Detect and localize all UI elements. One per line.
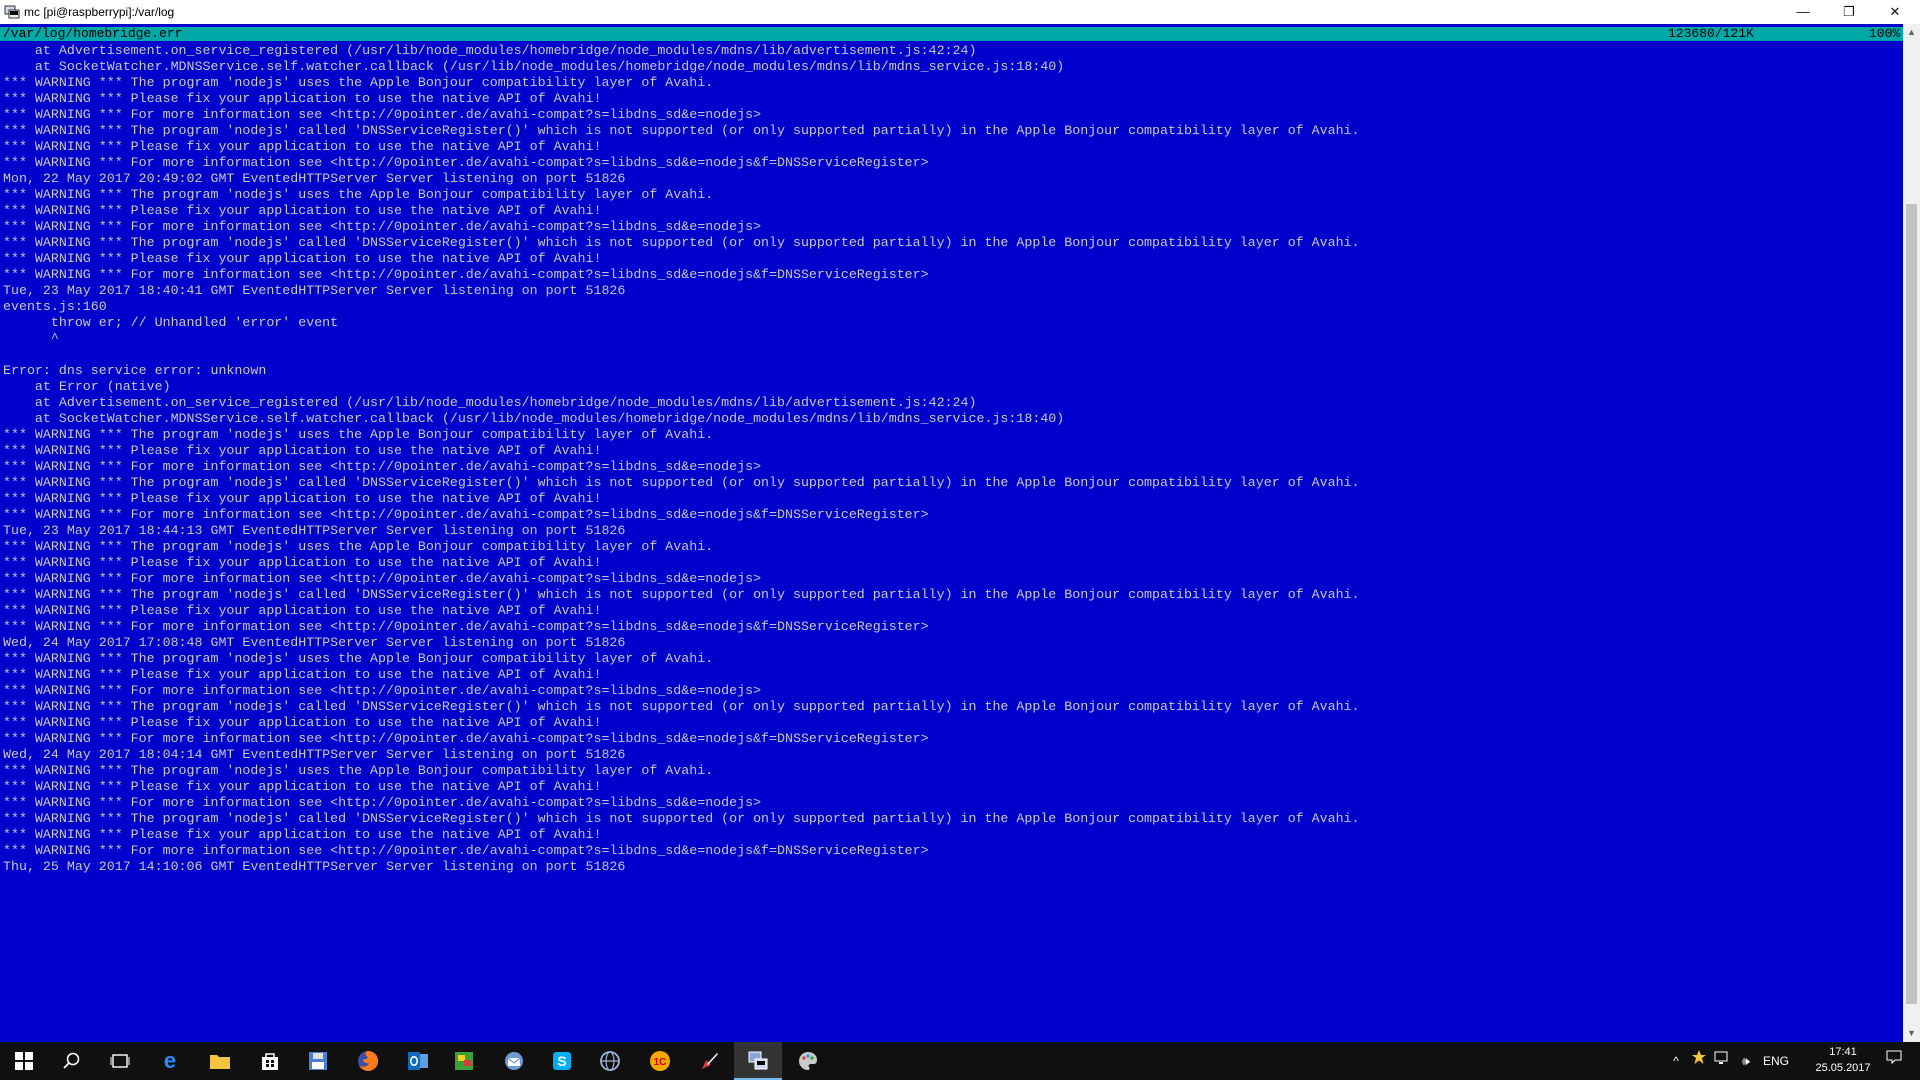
log-line: *** WARNING *** The program 'nodejs' cal… bbox=[3, 475, 1360, 490]
log-line: Tue, 23 May 2017 18:44:13 GMT EventedHTT… bbox=[3, 523, 626, 538]
store-icon[interactable] bbox=[246, 1042, 294, 1080]
log-line: ^ bbox=[3, 331, 59, 346]
log-line: *** WARNING *** Please fix your applicat… bbox=[3, 491, 602, 506]
log-line: *** WARNING *** For more information see… bbox=[3, 155, 929, 170]
task-view-icon[interactable] bbox=[96, 1042, 144, 1080]
log-line: Tue, 23 May 2017 18:40:41 GMT EventedHTT… bbox=[3, 283, 626, 298]
maximize-button[interactable]: ❐ bbox=[1826, 0, 1872, 24]
log-line: *** WARNING *** Please fix your applicat… bbox=[3, 443, 602, 458]
log-line: *** WARNING *** Please fix your applicat… bbox=[3, 779, 602, 794]
1c-app-icon[interactable]: 1C bbox=[636, 1042, 684, 1080]
network-globe-icon[interactable] bbox=[586, 1042, 634, 1080]
log-line: at Advertisement.on_service_registered (… bbox=[3, 43, 977, 58]
window-titlebar: mc [pi@raspberrypi]:/var/log — ❐ ✕ bbox=[0, 0, 1920, 24]
log-line: Wed, 24 May 2017 18:04:14 GMT EventedHTT… bbox=[3, 747, 626, 762]
log-line: *** WARNING *** Please fix your applicat… bbox=[3, 827, 602, 842]
floppy-save-icon[interactable] bbox=[294, 1042, 342, 1080]
log-line: at SocketWatcher.MDNSService.self.watche… bbox=[3, 59, 1065, 74]
file-size-info: 123680/121K bbox=[1668, 26, 1754, 41]
terminal-area[interactable]: /var/log/homebridge.err 123680/121K 100%… bbox=[0, 24, 1903, 1042]
thunderbird-icon[interactable] bbox=[490, 1042, 538, 1080]
log-line: Mon, 22 May 2017 20:49:02 GMT EventedHTT… bbox=[3, 171, 626, 186]
log-line: events.js:160 bbox=[3, 299, 107, 314]
log-line: *** WARNING *** For more information see… bbox=[3, 683, 762, 698]
log-line: *** WARNING *** For more information see… bbox=[3, 795, 762, 810]
edge-browser-icon[interactable]: e bbox=[146, 1042, 194, 1080]
log-line: *** WARNING *** For more information see… bbox=[3, 107, 762, 122]
file-path: /var/log/homebridge.err bbox=[3, 26, 183, 41]
putty-window-icon[interactable] bbox=[4, 4, 20, 20]
log-line: *** WARNING *** For more information see… bbox=[3, 619, 929, 634]
tray-network-icon[interactable] bbox=[1710, 1042, 1734, 1080]
tray-overflow-chevron-icon[interactable]: ^ bbox=[1664, 1042, 1688, 1080]
log-line: *** WARNING *** Please fix your applicat… bbox=[3, 667, 602, 682]
log-content: at Advertisement.on_service_registered (… bbox=[3, 43, 1901, 875]
log-line: *** WARNING *** The program 'nodejs' cal… bbox=[3, 123, 1360, 138]
log-line: *** WARNING *** Please fix your applicat… bbox=[3, 603, 602, 618]
putty-icon[interactable] bbox=[734, 1042, 782, 1080]
log-line: *** WARNING *** For more information see… bbox=[3, 507, 929, 522]
scroll-up-arrow-icon[interactable]: ▲ bbox=[1903, 24, 1920, 41]
log-line: *** WARNING *** For more information see… bbox=[3, 267, 929, 282]
skype-icon[interactable]: S bbox=[538, 1042, 586, 1080]
log-line: *** WARNING *** The program 'nodejs' use… bbox=[3, 763, 714, 778]
file-explorer-icon[interactable] bbox=[196, 1042, 244, 1080]
log-line: Thu, 25 May 2017 14:10:06 GMT EventedHTT… bbox=[3, 859, 626, 874]
log-line: *** WARNING *** Please fix your applicat… bbox=[3, 203, 602, 218]
clock-date: 25.05.2017 bbox=[1815, 1062, 1871, 1074]
log-line: *** WARNING *** The program 'nodejs' cal… bbox=[3, 235, 1360, 250]
viewer-status-bar: /var/log/homebridge.err 123680/121K 100% bbox=[0, 27, 1903, 41]
log-line: Wed, 24 May 2017 17:08:48 GMT EventedHTT… bbox=[3, 635, 626, 650]
tray-star-icon[interactable] bbox=[1688, 1042, 1710, 1080]
scroll-percent: 100% bbox=[1869, 26, 1901, 41]
log-line: *** WARNING *** For more information see… bbox=[3, 843, 929, 858]
log-line: at SocketWatcher.MDNSService.self.watche… bbox=[3, 411, 1065, 426]
svg-text:1C: 1C bbox=[654, 1057, 667, 1068]
log-line: *** WARNING *** Please fix your applicat… bbox=[3, 555, 602, 570]
notification-center-icon[interactable] bbox=[1876, 1042, 1912, 1080]
log-line: *** WARNING *** The program 'nodejs' cal… bbox=[3, 587, 1360, 602]
firefox-icon[interactable] bbox=[344, 1042, 392, 1080]
log-line: *** WARNING *** The program 'nodejs' cal… bbox=[3, 699, 1360, 714]
log-line: *** WARNING *** For more information see… bbox=[3, 459, 762, 474]
log-line: *** WARNING *** The program 'nodejs' use… bbox=[3, 75, 714, 90]
log-line: *** WARNING *** Please fix your applicat… bbox=[3, 139, 602, 154]
log-line: *** WARNING *** The program 'nodejs' use… bbox=[3, 187, 714, 202]
tray-volume-icon[interactable]: 🕪 bbox=[1734, 1042, 1758, 1080]
outlook-icon[interactable] bbox=[394, 1042, 442, 1080]
log-line: *** WARNING *** For more information see… bbox=[3, 571, 762, 586]
log-line: *** WARNING *** Please fix your applicat… bbox=[3, 715, 602, 730]
minimize-button[interactable]: — bbox=[1780, 0, 1826, 24]
scrollbar-thumb[interactable] bbox=[1906, 204, 1917, 1004]
svg-text:S: S bbox=[557, 1053, 566, 1069]
rocket-app-icon[interactable] bbox=[686, 1042, 734, 1080]
log-line: *** WARNING *** Please fix your applicat… bbox=[3, 91, 602, 106]
app-green-icon[interactable] bbox=[440, 1042, 488, 1080]
svg-text:e: e bbox=[164, 1050, 176, 1072]
windows-taskbar: e S 1C ^ 🕪 ENG 17:41 25.05.2017 bbox=[0, 1042, 1920, 1080]
log-line: *** WARNING *** The program 'nodejs' cal… bbox=[3, 811, 1360, 826]
tray-language[interactable]: ENG bbox=[1758, 1042, 1794, 1080]
search-icon[interactable] bbox=[48, 1042, 96, 1080]
window-title: mc [pi@raspberrypi]:/var/log bbox=[24, 5, 175, 19]
log-line: *** WARNING *** The program 'nodejs' use… bbox=[3, 427, 714, 442]
tray-clock[interactable]: 17:41 25.05.2017 bbox=[1814, 1044, 1872, 1076]
log-line: *** WARNING *** The program 'nodejs' use… bbox=[3, 539, 714, 554]
log-line: *** WARNING *** For more information see… bbox=[3, 219, 762, 234]
scroll-down-arrow-icon[interactable]: ▼ bbox=[1903, 1025, 1920, 1042]
log-line: *** WARNING *** The program 'nodejs' use… bbox=[3, 651, 714, 666]
clock-time: 17:41 bbox=[1829, 1046, 1857, 1058]
log-line: *** WARNING *** For more information see… bbox=[3, 731, 929, 746]
log-line: throw er; // Unhandled 'error' event bbox=[3, 315, 339, 330]
log-line: at Error (native) bbox=[3, 379, 171, 394]
vertical-scrollbar[interactable]: ▲ ▼ bbox=[1903, 24, 1920, 1042]
log-line: *** WARNING *** Please fix your applicat… bbox=[3, 251, 602, 266]
start-windows-icon[interactable] bbox=[0, 1042, 48, 1080]
close-button[interactable]: ✕ bbox=[1872, 0, 1918, 24]
log-line: Error: dns service error: unknown bbox=[3, 363, 267, 378]
paint-icon[interactable] bbox=[784, 1042, 832, 1080]
log-line: at Advertisement.on_service_registered (… bbox=[3, 395, 977, 410]
